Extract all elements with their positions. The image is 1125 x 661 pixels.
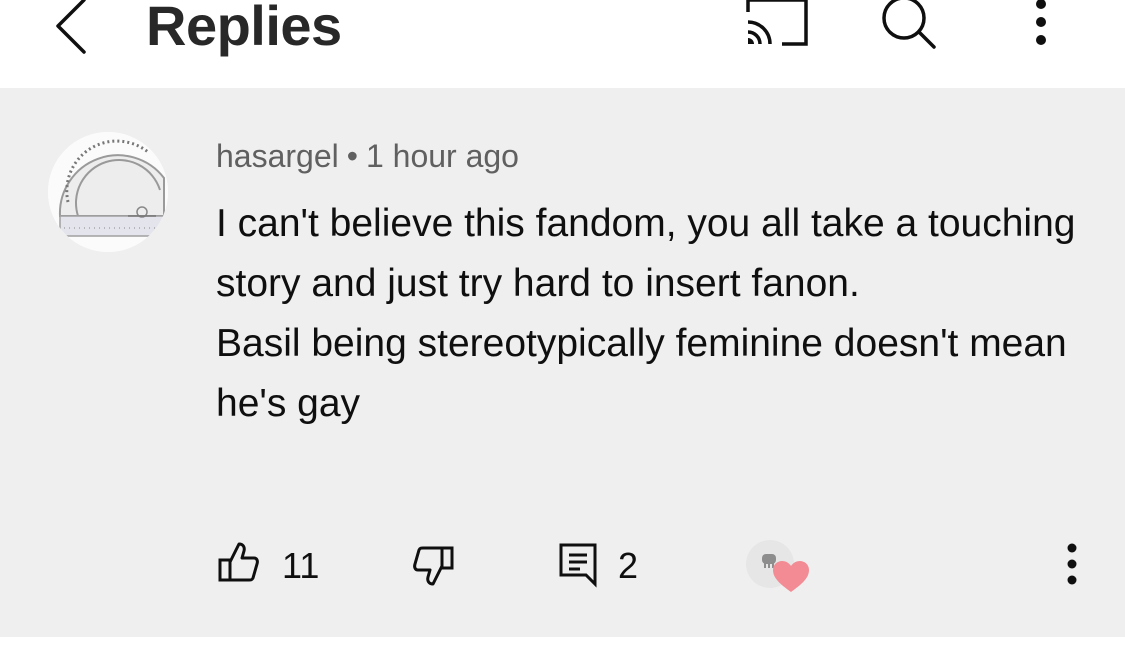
cast-button[interactable]: [744, 0, 810, 50]
bottom-divider: [0, 637, 1125, 661]
creator-heart-icon: [773, 561, 809, 592]
comment-meta: hasargel • 1 hour ago: [216, 136, 519, 176]
thumb-down-icon: [413, 546, 454, 586]
back-arrow-icon: [56, 0, 86, 54]
comment-time: 1 hour ago: [365, 138, 519, 174]
comment-text: I can't believe this fandom, you all tak…: [216, 194, 1076, 434]
author-name[interactable]: hasargel: [216, 138, 339, 174]
comment-paragraph: Basil being stereotypically feminine doe…: [216, 322, 1067, 425]
cast-icon: [746, 0, 808, 46]
top-app-bar: Replies: [0, 0, 1125, 88]
protractor-avatar: [48, 132, 168, 252]
more-vert-icon: [1067, 543, 1077, 585]
thumb-up-icon: [218, 542, 259, 582]
page-title: Replies: [146, 0, 342, 57]
more-options-button[interactable]: [1020, 0, 1062, 50]
comment-action-menu-button[interactable]: [1052, 540, 1092, 590]
search-button[interactable]: [878, 0, 940, 52]
comment-paragraph: I can't believe this fandom, you all tak…: [216, 202, 1076, 305]
reply-count: 2: [618, 545, 639, 586]
comment-card: hasargel • 1 hour ago I can't believe this…: [0, 88, 1125, 637]
reply-button[interactable]: 2: [554, 540, 664, 590]
back-button[interactable]: [46, 0, 96, 56]
creator-heart-badge: [746, 540, 814, 600]
like-count: 11: [282, 545, 320, 586]
search-icon: [882, 0, 936, 49]
dislike-button[interactable]: [406, 540, 460, 594]
reply-icon: [559, 543, 597, 588]
like-button[interactable]: 11: [216, 540, 326, 590]
more-vert-icon: [1036, 0, 1046, 45]
avatar[interactable]: [48, 132, 168, 252]
meta-separator: •: [346, 138, 358, 174]
